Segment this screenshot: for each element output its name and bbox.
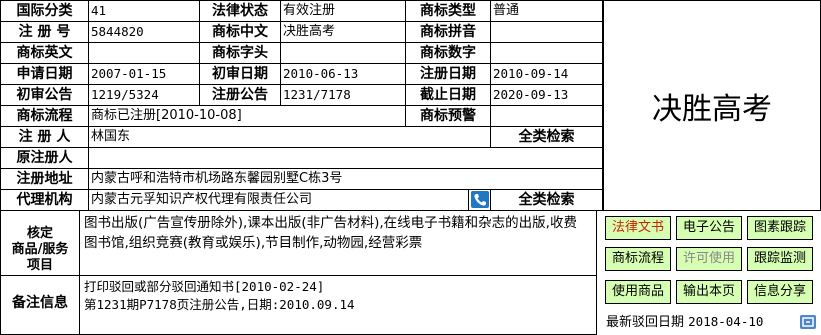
- refresh-icon[interactable]: [800, 315, 816, 329]
- tm-english-value: [88, 42, 200, 64]
- tm-initial-value: [280, 42, 406, 64]
- registrant-label: 注 册 人: [0, 126, 89, 148]
- reg-date-label: 注册日期: [405, 63, 491, 85]
- tm-initial-label: 商标字头: [199, 42, 281, 64]
- image-tracking-button[interactable]: 图素跟踪: [747, 216, 813, 240]
- brand-display-box: 决胜高考: [602, 0, 821, 211]
- prelim-date-label: 初审日期: [199, 63, 281, 85]
- export-page-button[interactable]: 输出本页: [676, 280, 742, 304]
- address-value: 内蒙古呼和浩特市机场路东馨园别墅C栋3号: [88, 168, 603, 190]
- goods-label-line3: 项目: [26, 258, 53, 273]
- tm-chinese-value: 决胜高考: [280, 21, 406, 43]
- reg-notice-label: 注册公告: [199, 84, 281, 106]
- reg-no-value: 5844820: [88, 21, 200, 43]
- tm-process-button[interactable]: 商标流程: [605, 247, 671, 271]
- notes-line-2: 第1231期P7178页注册公告,日期:2010.09.14: [84, 297, 355, 312]
- goods-services-label: 核定 商品/服务 项目: [0, 210, 80, 276]
- original-registrant-label: 原注册人: [0, 147, 89, 169]
- legal-status-label: 法律状态: [199, 0, 281, 22]
- expiry-date-value: 2020-09-13: [490, 84, 603, 106]
- legal-status-value: 有效注册: [280, 0, 406, 22]
- tm-type-label: 商标类型: [405, 0, 491, 22]
- prelim-notice-value: 1219/5324: [88, 84, 200, 106]
- tm-pinyin-label: 商标拼音: [405, 21, 491, 43]
- tm-pinyin-value: [490, 21, 603, 43]
- warning-value: [490, 105, 603, 127]
- agent-all-class-search-link[interactable]: 全类检索: [490, 189, 603, 211]
- agent-value: 内蒙古元孚知识产权代理有限责任公司: [88, 189, 469, 211]
- legal-documents-button[interactable]: 法律文书: [605, 216, 671, 240]
- latest-rejection-date: 最新驳回日期 2018-04-10: [606, 312, 763, 332]
- used-goods-button[interactable]: 使用商品: [605, 280, 671, 304]
- goods-services-value: 图书出版(广告宣传册除外),课本出版(非广告材料),在线电子书籍和杂志的出版,收…: [79, 210, 597, 276]
- agent-label: 代理机构: [0, 189, 89, 211]
- original-registrant-value: [88, 147, 603, 169]
- process-value: 商标已注册[2010-10-08]: [88, 105, 406, 127]
- license-use-button[interactable]: 许可使用: [676, 247, 742, 271]
- brand-display-text: 决胜高考: [652, 91, 772, 127]
- application-date-label: 申请日期: [0, 63, 89, 85]
- tm-chinese-label: 商标中文: [199, 21, 281, 43]
- goods-label-line2: 商品/服务: [11, 242, 69, 257]
- registrant-value: 林国东: [88, 126, 491, 148]
- reg-date-value: 2010-09-14: [490, 63, 603, 85]
- application-date-value: 2007-01-15: [88, 63, 200, 85]
- latest-rejection-label: 最新驳回日期: [606, 315, 685, 330]
- prelim-notice-label: 初审公告: [0, 84, 89, 106]
- registrant-all-class-search-link[interactable]: 全类检索: [490, 126, 603, 148]
- tm-digit-value: [490, 42, 603, 64]
- reg-no-label: 注 册 号: [0, 21, 89, 43]
- tm-digit-label: 商标数字: [405, 42, 491, 64]
- reg-notice-value: 1231/7178: [280, 84, 406, 106]
- goods-label-line1: 核定: [26, 226, 53, 241]
- intl-class-value: 41: [88, 0, 200, 22]
- phone-icon[interactable]: [471, 191, 489, 208]
- warning-label: 商标预警: [405, 105, 491, 127]
- tm-type-value: 普通: [490, 0, 603, 22]
- e-announcement-button[interactable]: 电子公告: [676, 216, 742, 240]
- notes-line-1: 打印驳回或部分驳回通知书[2010-02-24]: [84, 279, 325, 294]
- latest-rejection-value: 2018-04-10: [688, 314, 764, 329]
- share-info-button[interactable]: 信息分享: [747, 280, 813, 304]
- process-label: 商标流程: [0, 105, 89, 127]
- prelim-date-value: 2010-06-13: [280, 63, 406, 85]
- expiry-date-label: 截止日期: [405, 84, 491, 106]
- notes-label: 备注信息: [0, 275, 80, 335]
- intl-class-label: 国际分类: [0, 0, 89, 22]
- tm-english-label: 商标英文: [0, 42, 89, 64]
- notes-value: 打印驳回或部分驳回通知书[2010-02-24] 第1231期P7178页注册公…: [79, 275, 597, 335]
- address-label: 注册地址: [0, 168, 89, 190]
- tracking-monitor-button[interactable]: 跟踪监测: [747, 247, 813, 271]
